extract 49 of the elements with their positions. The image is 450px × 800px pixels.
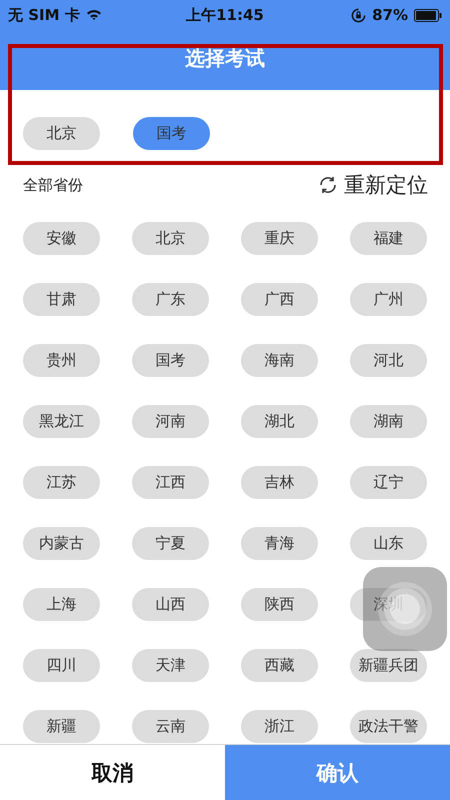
relocate-button[interactable]: 重新定位 [318,171,428,199]
region-chip[interactable]: 海南 [241,344,318,377]
region-chip[interactable]: 黑龙江 [23,405,100,438]
region-chip[interactable]: 天津 [132,649,209,682]
region-chip[interactable]: 陕西 [241,588,318,621]
selected-exam-chip[interactable]: 北京 [23,117,100,150]
region-chip[interactable]: 浙江 [241,710,318,743]
region-chip[interactable]: 广西 [241,283,318,316]
battery-percent: 87% [372,6,408,24]
region-chip[interactable]: 政法干警 [350,710,427,743]
rotation-lock-icon [351,8,366,22]
selected-exam-chip[interactable]: 国考 [133,117,210,150]
region-chip[interactable]: 河北 [350,344,427,377]
carrier-label: 无 SIM 卡 [8,6,80,24]
region-chip[interactable]: 贵州 [23,344,100,377]
section-label: 全部省份 [23,176,83,194]
region-chip[interactable]: 广州 [350,283,427,316]
region-chip[interactable]: 国考 [132,344,209,377]
page-title: 选择考试 [185,44,265,72]
region-chip[interactable]: 江苏 [23,466,100,499]
region-chip[interactable]: 甘肃 [23,283,100,316]
battery-icon [414,8,442,22]
assistive-touch-button[interactable] [363,567,447,651]
region-chip[interactable]: 新疆兵团 [350,649,427,682]
region-chip[interactable]: 宁夏 [132,527,209,560]
region-chip[interactable]: 辽宁 [350,466,427,499]
region-chip[interactable]: 福建 [350,222,427,255]
region-chip[interactable]: 内蒙古 [23,527,100,560]
clock-time: 上午11:45 [186,6,264,24]
region-chip[interactable]: 上海 [23,588,100,621]
region-chip[interactable]: 西藏 [241,649,318,682]
region-chip[interactable]: 湖北 [241,405,318,438]
region-chip[interactable]: 重庆 [241,222,318,255]
region-chip[interactable]: 广东 [132,283,209,316]
region-chip[interactable]: 山东 [350,527,427,560]
region-chip[interactable]: 江西 [132,466,209,499]
region-chip[interactable]: 湖南 [350,405,427,438]
region-chip[interactable]: 安徽 [23,222,100,255]
region-chip[interactable]: 云南 [132,710,209,743]
region-chip[interactable]: 新疆 [23,710,100,743]
wifi-icon [86,9,102,21]
refresh-icon [318,175,338,195]
region-chip[interactable]: 吉林 [241,466,318,499]
region-chip[interactable]: 青海 [241,527,318,560]
ring-icon [376,580,434,638]
region-chip[interactable]: 河南 [132,405,209,438]
region-chip[interactable]: 北京 [132,222,209,255]
region-chip[interactable]: 山西 [132,588,209,621]
region-chip[interactable]: 四川 [23,649,100,682]
